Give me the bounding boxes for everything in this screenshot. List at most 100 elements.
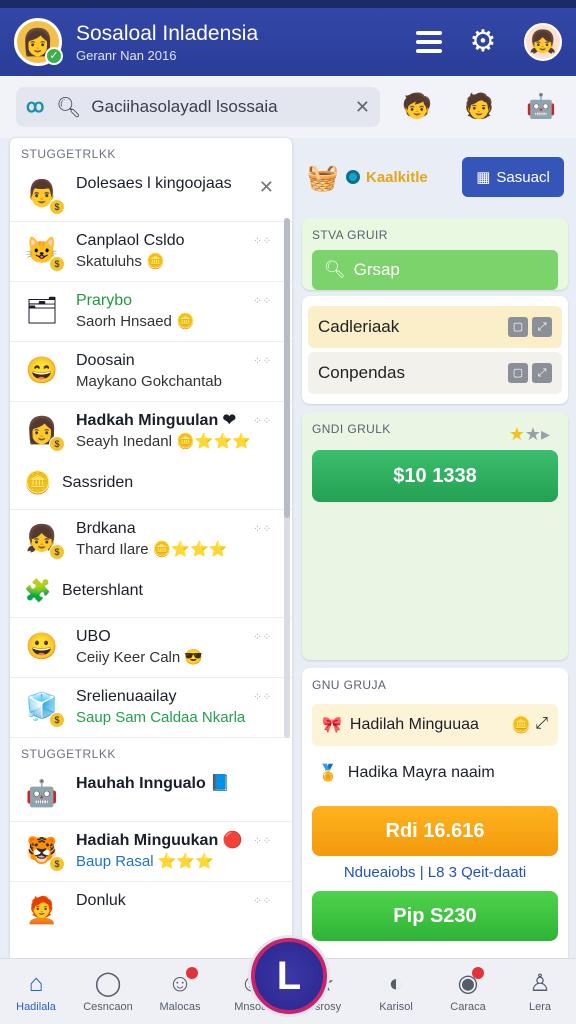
close-icon[interactable]: ✕ xyxy=(259,177,274,198)
balance-button[interactable]: $10 1338 xyxy=(312,450,558,502)
avatar: 😀 xyxy=(25,631,59,661)
list-item[interactable]: 🗂 Prarybo Saorh Hnsaed 🪙 ⁘⁘ xyxy=(10,282,292,342)
coin-icon: 🪙 xyxy=(24,470,52,495)
gift-item-label: Hadilah Minguuaa xyxy=(349,716,479,733)
grid-icon: ▦ xyxy=(476,169,491,186)
avatar: 😺 $ xyxy=(22,230,65,272)
item-name: Srelienuaailay xyxy=(76,688,177,705)
nav-chat[interactable]: ◯ Cesncaon xyxy=(72,959,144,1024)
list-item[interactable]: 🤖 Hauhah Inngualo 📘 xyxy=(10,765,292,822)
conversation-list-panel: STUGGETRLKK 👨 $ Dolesaes l kingoojaas ✕ 😺… xyxy=(10,138,292,958)
chat-icon: ◯ xyxy=(94,969,122,997)
gift-icon: 🎀 xyxy=(322,717,342,734)
sub-item-label: Sassriden xyxy=(62,474,134,491)
scrollbar[interactable] xyxy=(284,218,290,738)
settings-gear-icon[interactable]: ⚙ xyxy=(468,27,498,57)
gift-item[interactable]: 🏅 Hadika Mayra naaim xyxy=(312,752,558,794)
avatar: 🐯 $ xyxy=(22,830,65,872)
expand-icon[interactable]: ⤢ xyxy=(532,317,552,337)
more-icon[interactable]: ⁘⁘ xyxy=(253,692,272,703)
clear-search-icon[interactable]: ✕ xyxy=(355,97,370,118)
item-meta: Baup Rasal ⭐⭐⭐ xyxy=(76,853,214,870)
more-icon[interactable]: ⁘⁘ xyxy=(253,896,272,907)
page-title: Sosaloal Inladensia xyxy=(76,21,259,45)
list-item[interactable]: 🧑‍🦰 Donluk ⁘⁘ xyxy=(10,882,292,938)
treasure-icon: 🧺 xyxy=(306,162,340,192)
item-meta: Maykano Gokchantab xyxy=(76,373,222,390)
more-icon[interactable]: ⁘⁘ xyxy=(253,632,272,643)
contact-chip-2[interactable]: 🧑 xyxy=(460,88,498,126)
profile-avatar[interactable]: 👩 ✓ xyxy=(14,18,63,66)
search-icon: 🔍︎ xyxy=(56,96,82,119)
sub-item[interactable]: 🪙 Sassriden xyxy=(10,461,292,510)
more-icon[interactable]: ⁘⁘ xyxy=(253,836,272,847)
expand-icon[interactable]: ⤢ xyxy=(535,715,548,735)
item-meta: Seayh Inedanl 🪙⭐⭐⭐ xyxy=(76,433,251,450)
app-header: 👩 ✓ Sosaloal Inladensia Geranr Nan 2016 ⚙… xyxy=(0,8,576,76)
avatar: 🧑‍🦰 xyxy=(25,895,59,925)
item-name: Hadkah Minguulan ❤ xyxy=(76,412,237,429)
item-name: Canplaol Csldo xyxy=(76,232,185,249)
search-bar[interactable]: ꝏ 🔍︎ Gaciihasolayadl lsossaia ✕ xyxy=(16,87,380,127)
more-icon[interactable]: ⁘⁘ xyxy=(253,524,272,535)
list-item[interactable]: 👩 $ Hadkah Minguulan ❤ Seayh Inedanl 🪙⭐⭐⭐ … xyxy=(10,402,292,461)
gift-item[interactable]: 🎀 Hadilah Minguuaa 🪙 ⤢ xyxy=(312,704,558,746)
avatar: 🤖 xyxy=(25,778,59,808)
contact-chip-1[interactable]: 🧒 xyxy=(398,88,436,126)
nav-bell[interactable]: ◉ Caraca xyxy=(432,959,504,1024)
item-name: Hadiah Minguukan 🔴 xyxy=(76,832,243,849)
contact-chip-3[interactable]: 🤖 xyxy=(522,88,560,126)
puzzle-icon: 🧩 xyxy=(24,578,52,603)
avatar: 👧 $ xyxy=(22,518,65,560)
message-icon: ◐ xyxy=(388,969,404,997)
option-item[interactable]: Conpendas ▢ ⤢ xyxy=(308,352,562,394)
list-item[interactable]: 🧊 $ Srelienuaailay Saup Sam Caldaa Nkarla … xyxy=(10,678,292,738)
user-avatar[interactable]: 👧 xyxy=(524,23,562,61)
square-icon[interactable]: ▢ xyxy=(508,317,528,337)
user-icon: ♙ xyxy=(529,969,551,997)
nav-user[interactable]: ♙ Lera xyxy=(504,959,576,1024)
price-button[interactable]: Rdi 16.616 xyxy=(312,806,558,856)
search-input[interactable]: Gaciihasolayadl lsossaia xyxy=(91,97,345,117)
bell-icon: ◉ xyxy=(458,966,485,997)
more-icon[interactable]: ⁘⁘ xyxy=(253,416,272,427)
item-meta: Saorh Hnsaed 🪙 xyxy=(76,313,195,330)
avatar: 😄 xyxy=(25,355,59,385)
sub-item[interactable]: 🧩 Betershlant xyxy=(10,569,292,618)
option-label: Cadleriaak xyxy=(318,317,400,336)
avatar: 👩 $ xyxy=(22,410,65,452)
options-card: Cadleriaak ▢ ⤢ Conpendas ▢ ⤢ xyxy=(302,296,568,404)
avatar: 👨 $ xyxy=(22,173,65,215)
nav-home[interactable]: ⌂ Hadilala xyxy=(0,959,72,1024)
fab-button[interactable]: L xyxy=(251,938,327,1014)
radio-icon[interactable] xyxy=(346,170,360,184)
list-item[interactable]: 😀 UBO Ceiiy Keer Caln 😎 ⁘⁘ xyxy=(10,618,292,678)
price-note: Ndueaiobs | L8 3 Qeit-daati xyxy=(343,864,527,881)
list-item[interactable]: 👨 $ Dolesaes l kingoojaas ✕ xyxy=(10,165,292,222)
list-item[interactable]: 👧 $ Brdkana Thard Ilare 🪙⭐⭐⭐ ⁘⁘ xyxy=(10,510,292,569)
nav-message[interactable]: ◐ Karisol xyxy=(360,959,432,1024)
nav-gift[interactable]: ☺ Malocas xyxy=(144,959,216,1024)
online-badge-icon: ✓ xyxy=(45,47,63,65)
list-item[interactable]: 😺 $ Canplaol Csldo Skatuluhs 🪙 ⁘⁘ xyxy=(10,222,292,282)
search-row: ꝏ 🔍︎ Gaciihasolayadl lsossaia ✕ 🧒 🧑 🤖 xyxy=(0,76,576,138)
more-icon[interactable]: ⁘⁘ xyxy=(253,296,272,307)
pay-button[interactable]: Pip S230 xyxy=(312,891,558,941)
option-item[interactable]: Cadleriaak ▢ ⤢ xyxy=(308,306,562,348)
more-icon[interactable]: ⁘⁘ xyxy=(253,356,272,367)
list-item[interactable]: 🐯 $ Hadiah Minguukan 🔴 Baup Rasal ⭐⭐⭐ ⁘⁘ xyxy=(10,822,292,882)
item-name: UBO xyxy=(76,628,111,645)
avatar: 🗂 xyxy=(25,295,59,325)
group-search-button[interactable]: 🔍︎ Grsap xyxy=(312,250,558,290)
item-name: Doosain xyxy=(76,352,135,369)
more-icon[interactable]: ⁘⁘ xyxy=(253,236,272,247)
menu-icon[interactable] xyxy=(416,31,442,53)
expand-icon[interactable]: ⤢ xyxy=(532,363,552,383)
search-action-button[interactable]: ▦ Sasuacl xyxy=(462,157,564,197)
square-icon[interactable]: ▢ xyxy=(508,363,528,383)
home-icon: ⌂ xyxy=(28,969,44,997)
list-item[interactable]: 😄 Doosain Maykano Gokchantab ⁘⁘ xyxy=(10,342,292,402)
ribbon-icon: 🏅 xyxy=(318,765,338,782)
filter-icon[interactable]: ꝏ xyxy=(26,96,46,118)
balance-card: GNDI GRULK ★★▸ $10 1338 xyxy=(302,412,568,660)
